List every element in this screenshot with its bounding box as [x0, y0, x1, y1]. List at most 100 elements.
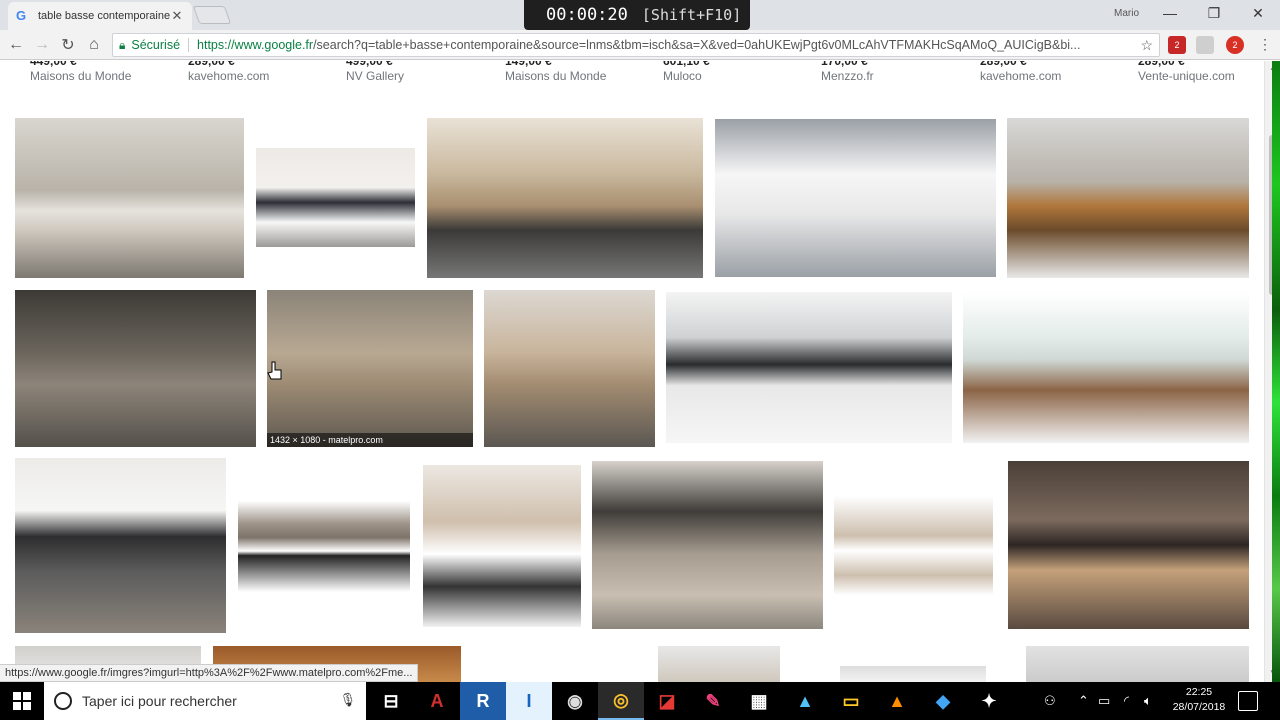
- shopping-price: 289,00 €: [1138, 61, 1185, 68]
- status-bar-url: https://www.google.fr/imgres?imgurl=http…: [0, 664, 419, 682]
- result-image-thumbnail[interactable]: [238, 501, 410, 592]
- result-image-thumbnail[interactable]: [1026, 646, 1249, 682]
- search-placeholder: Taper ici pour rechercher: [82, 693, 237, 709]
- browser-tab[interactable]: G table basse contemporaine ✕: [8, 2, 192, 30]
- result-image-thumbnail[interactable]: [427, 118, 703, 278]
- result-image-thumbnail[interactable]: [592, 461, 823, 629]
- result-image-thumbnail[interactable]: [963, 292, 1249, 443]
- shopping-price: 449,00 €: [30, 61, 77, 68]
- security-label: Sécurisé: [131, 38, 190, 52]
- adblock-extension-icon[interactable]: 2: [1168, 36, 1186, 54]
- shopping-price: 170,00 €: [821, 61, 868, 68]
- minimize-icon[interactable]: —: [1148, 0, 1192, 26]
- google-favicon-icon: G: [16, 8, 27, 23]
- recorder-extension-icon[interactable]: 2: [1226, 36, 1244, 54]
- people-icon[interactable]: ⚇: [1044, 682, 1056, 720]
- battery-icon[interactable]: ▭: [1098, 682, 1110, 720]
- pdf-app-icon[interactable]: ◪: [644, 682, 690, 720]
- result-image-thumbnail[interactable]: [15, 118, 244, 278]
- notifications-icon[interactable]: [1238, 691, 1258, 711]
- shopping-item[interactable]: 601,10 € Muloco: [663, 61, 710, 83]
- windows-start-icon[interactable]: [0, 682, 44, 720]
- clock-time: 22:25: [1185, 686, 1213, 698]
- shopping-price: 601,10 €: [663, 61, 710, 68]
- profile-name[interactable]: Mario: [1114, 8, 1139, 19]
- result-image-thumbnail[interactable]: [1008, 461, 1249, 629]
- shopping-item[interactable]: 449,00 € Maisons du Monde: [30, 61, 131, 83]
- shopping-item[interactable]: 289,00 € kavehome.com: [980, 61, 1061, 83]
- result-image-thumbnail[interactable]: [484, 290, 655, 447]
- desktop-edge: [1272, 61, 1280, 682]
- paint-app-icon[interactable]: ✎: [690, 682, 736, 720]
- result-image-thumbnail[interactable]: 1432 × 1080 - matelpro.com: [267, 290, 473, 447]
- result-image-thumbnail[interactable]: [15, 458, 226, 633]
- windows-taskbar: Taper ici pour rechercher 🎙︎ ⊟ A R I ◉ ◎…: [0, 682, 1280, 720]
- image-results-page: 449,00 € Maisons du Monde 289,00 € kavehom…: [0, 61, 1264, 682]
- microphone-icon[interactable]: 🎙︎: [339, 692, 356, 708]
- shopping-item[interactable]: 289,00 € kavehome.com: [188, 61, 269, 83]
- result-image-thumbnail[interactable]: [715, 119, 996, 277]
- forward-icon[interactable]: →: [30, 34, 54, 56]
- home-icon[interactable]: ⌂: [82, 34, 106, 56]
- autodesk-app-icon[interactable]: ▲: [782, 682, 828, 720]
- result-image-thumbnail[interactable]: [15, 290, 256, 447]
- vlc-app-icon[interactable]: ▲: [874, 682, 920, 720]
- new-tab-button[interactable]: [192, 6, 232, 24]
- taskbar-search-input[interactable]: Taper ici pour rechercher 🎙︎: [44, 682, 366, 720]
- system-clock[interactable]: 22:25 28/07/2018: [1166, 685, 1232, 715]
- address-bar[interactable]: 🔒︎ Sécurisé https://www.google.fr /searc…: [112, 33, 1160, 57]
- acrobat-app-icon[interactable]: A: [414, 682, 460, 720]
- shopping-store: NV Gallery: [346, 69, 405, 83]
- extension-badge: 2: [1174, 40, 1180, 50]
- task-view-icon[interactable]: ⊟: [368, 682, 414, 720]
- result-image-thumbnail[interactable]: [658, 646, 780, 682]
- extension-icon[interactable]: [1196, 36, 1214, 54]
- shopping-store: kavehome.com: [980, 69, 1062, 83]
- menu-icon[interactable]: ⋮: [1258, 36, 1272, 53]
- screen-recorder-bar: 00:00:20 [Shift+F10]: [524, 0, 750, 30]
- recorder-time: 00:00:20: [546, 5, 628, 25]
- tray-chevron-icon[interactable]: ⌃: [1078, 682, 1089, 720]
- shopping-store: Maisons du Monde: [505, 69, 607, 83]
- result-image-thumbnail[interactable]: [834, 496, 993, 595]
- image-caption: 1432 × 1080 - matelpro.com: [267, 433, 473, 447]
- shopping-item[interactable]: 170,00 € Menzzo.fr: [821, 61, 874, 83]
- shopping-item[interactable]: 149,00 € Maisons du Monde: [505, 61, 606, 83]
- tab-close-icon[interactable]: ✕: [170, 8, 184, 24]
- i-app-icon[interactable]: I: [506, 682, 552, 720]
- disk-app-icon[interactable]: ◉: [552, 682, 598, 720]
- app-icon[interactable]: ◆: [920, 682, 966, 720]
- chrome-app-icon[interactable]: ◎: [598, 682, 644, 720]
- shopping-price: 149,00 €: [505, 61, 552, 68]
- lock-icon: 🔒︎: [119, 37, 126, 52]
- maximize-icon[interactable]: ❐: [1192, 0, 1236, 26]
- browser-toolbar: ← → ↻ ⌂ 🔒︎ Sécurisé https://www.google.f…: [0, 30, 1280, 60]
- shopping-strip: 449,00 € Maisons du Monde 289,00 € kavehom…: [0, 61, 1264, 91]
- result-image-thumbnail[interactable]: [666, 292, 952, 443]
- shopping-item[interactable]: 289,00 € Vente-unique.com: [1138, 61, 1235, 83]
- app-icon[interactable]: ✦: [966, 682, 1012, 720]
- result-image-thumbnail[interactable]: [1007, 118, 1249, 278]
- calculator-app-icon[interactable]: ▦: [736, 682, 782, 720]
- url-host: https://www.google.fr: [197, 38, 314, 52]
- shopping-item[interactable]: 499,00 € NV Gallery: [346, 61, 404, 83]
- shopping-price: 499,00 €: [346, 61, 393, 68]
- recorder-hotkey: [Shift+F10]: [641, 6, 742, 24]
- shopping-store: Muloco: [663, 69, 702, 83]
- result-image-thumbnail[interactable]: [840, 666, 986, 682]
- extension-badge: 2: [1232, 40, 1238, 50]
- title-bar: G table basse contemporaine ✕ 00:00:20 […: [0, 0, 1280, 30]
- shopping-price: 289,00 €: [188, 61, 235, 68]
- result-image-thumbnail[interactable]: [256, 148, 415, 247]
- result-image-thumbnail[interactable]: [423, 465, 581, 627]
- hand-cursor-icon: [267, 361, 282, 380]
- wifi-icon[interactable]: ◜: [1124, 682, 1129, 720]
- bookmark-star-icon[interactable]: ☆: [1140, 37, 1153, 54]
- file-explorer-icon[interactable]: ▭: [828, 682, 874, 720]
- back-icon[interactable]: ←: [4, 34, 28, 56]
- close-window-icon[interactable]: ✕: [1236, 0, 1280, 26]
- shopping-store: Menzzo.fr: [821, 69, 874, 83]
- r-app-icon[interactable]: R: [460, 682, 506, 720]
- reload-icon[interactable]: ↻: [56, 34, 80, 56]
- volume-icon[interactable]: 🔈︎: [1144, 682, 1152, 720]
